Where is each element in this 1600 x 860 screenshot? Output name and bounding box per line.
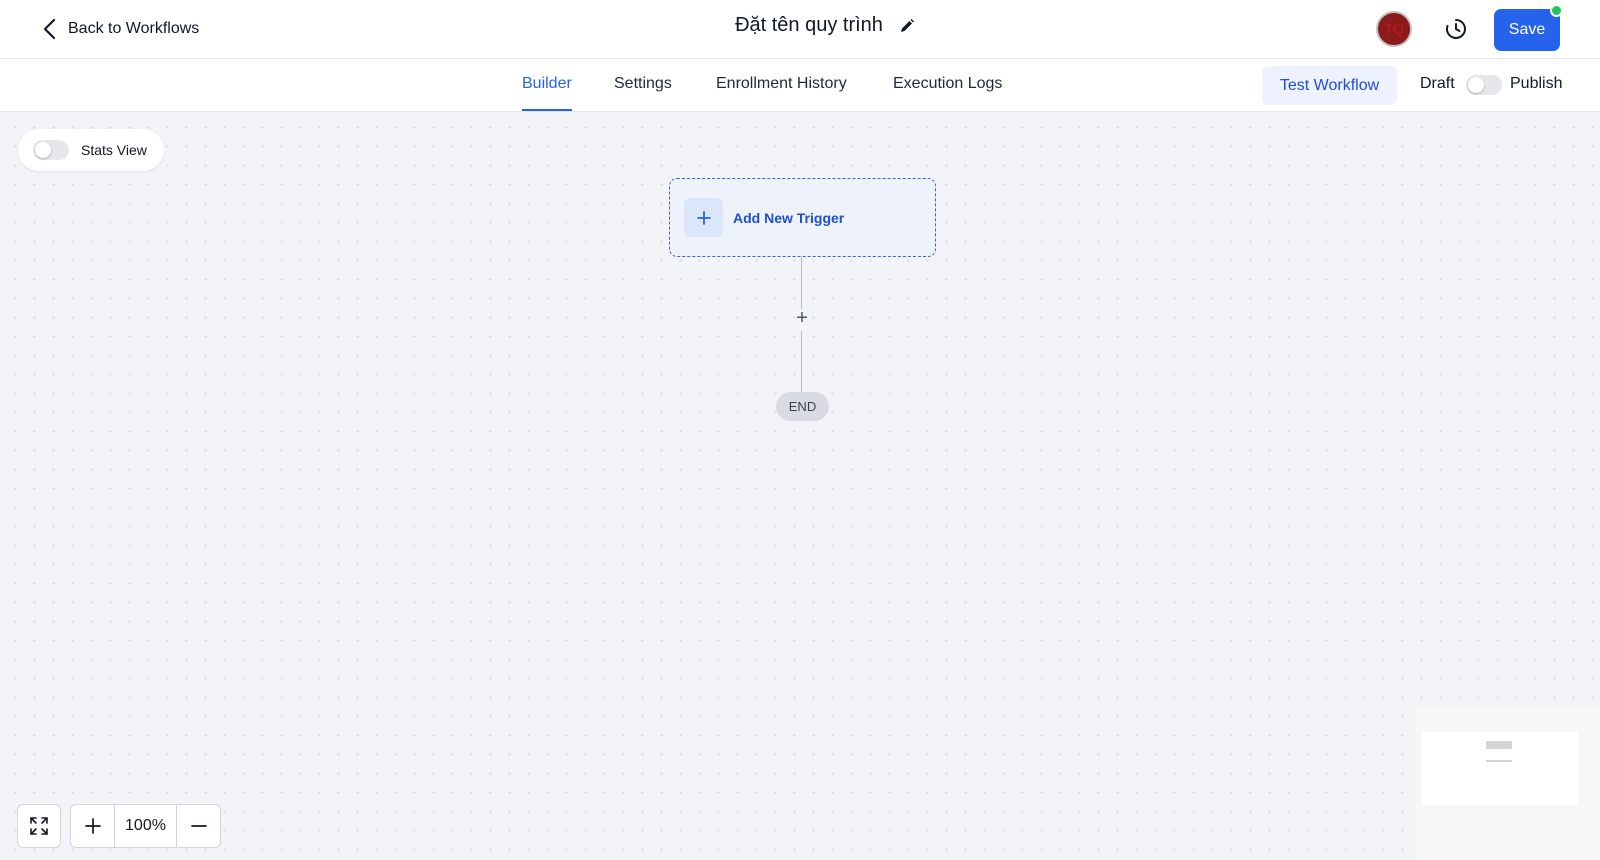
tab-builder[interactable]: Builder bbox=[522, 75, 572, 111]
workflow-title-area: Đặt tên quy trình bbox=[0, 14, 1600, 37]
workflow-title[interactable]: Đặt tên quy trình bbox=[735, 14, 883, 37]
tab-bar: Builder Settings Enrollment History Exec… bbox=[0, 59, 1600, 112]
test-workflow-button[interactable]: Test Workflow bbox=[1262, 66, 1397, 105]
pencil-icon[interactable] bbox=[899, 18, 915, 34]
plus-icon bbox=[84, 818, 101, 834]
save-button[interactable]: Save bbox=[1494, 9, 1560, 51]
trigger-label: Add New Trigger bbox=[733, 209, 845, 226]
tab-settings[interactable]: Settings bbox=[614, 75, 672, 111]
minus-icon bbox=[190, 825, 207, 827]
zoom-level: 100% bbox=[114, 805, 177, 847]
top-header: Back to Workflows Đặt tên quy trình TQ S… bbox=[0, 0, 1600, 59]
plus-icon bbox=[684, 198, 723, 237]
tab-execution-logs[interactable]: Execution Logs bbox=[893, 75, 1002, 111]
fit-view-button[interactable] bbox=[17, 804, 61, 848]
expand-icon bbox=[30, 817, 48, 835]
draft-label: Draft bbox=[1420, 75, 1455, 92]
stats-view-toggle[interactable] bbox=[33, 140, 69, 160]
connector-line bbox=[801, 257, 802, 309]
workflow-canvas[interactable]: Stats View Add New Trigger + END 100% bbox=[0, 112, 1600, 860]
publish-toggle[interactable] bbox=[1466, 75, 1502, 95]
zoom-controls: 100% bbox=[70, 804, 221, 848]
minimap-node bbox=[1486, 741, 1512, 749]
zoom-out-button[interactable] bbox=[177, 805, 220, 847]
avatar[interactable]: TQ bbox=[1376, 11, 1412, 47]
stats-view-label: Stats View bbox=[81, 142, 147, 158]
end-node: END bbox=[776, 392, 829, 421]
toggle-knob bbox=[1468, 77, 1484, 93]
toggle-knob bbox=[35, 142, 51, 158]
add-trigger-node[interactable]: Add New Trigger bbox=[669, 178, 936, 257]
minimap[interactable] bbox=[1416, 706, 1600, 860]
publish-label: Publish bbox=[1510, 75, 1563, 92]
add-step-button[interactable]: + bbox=[792, 308, 812, 329]
tab-enrollment-history[interactable]: Enrollment History bbox=[716, 75, 847, 111]
status-dot bbox=[1550, 4, 1563, 17]
stats-view-control: Stats View bbox=[18, 129, 164, 171]
minimap-node bbox=[1486, 760, 1512, 762]
history-icon[interactable] bbox=[1443, 16, 1469, 42]
connector-line bbox=[801, 331, 802, 392]
zoom-in-button[interactable] bbox=[71, 805, 114, 847]
